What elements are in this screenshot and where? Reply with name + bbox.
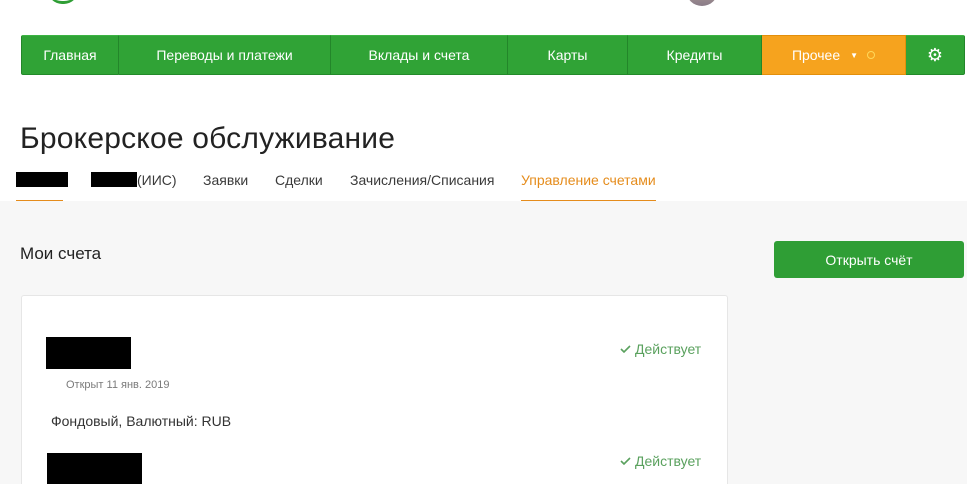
nav-item-label: Главная [43,47,97,63]
nav-item-deposits[interactable]: Вклады и счета [331,35,508,75]
check-icon [620,345,631,353]
tab-label: Сделки [275,172,323,188]
status-badge: Действует [620,453,701,469]
redacted-block [91,172,137,187]
open-account-button[interactable]: Открыть счёт [774,241,964,278]
status-text: Действует [635,453,702,469]
tab-label: Зачисления/Списания [350,172,495,188]
gear-icon: ⚙ [926,45,944,65]
nav-item-transfers[interactable]: Переводы и платежи [119,35,331,75]
logo[interactable] [48,0,78,4]
nav-item-home[interactable]: Главная [21,35,119,75]
tab-label: (ИИС) [137,172,177,188]
status-text: Действует [635,341,702,357]
nav-item-label: Переводы и платежи [156,47,293,63]
section-title: Мои счета [20,244,102,263]
avatar[interactable] [686,0,718,6]
status-badge: Действует [620,341,701,357]
account-type: Фондовый, Валютный: RUB [51,413,232,429]
caret-down-icon: ▼ [850,50,859,60]
main-navbar: Главная Переводы и платежи Вклады и счет… [21,35,965,75]
check-icon [620,457,631,465]
nav-item-label: Прочее [791,47,841,63]
tab-transfers[interactable]: Зачисления/Списания [350,172,494,202]
settings-button[interactable]: ⚙ [906,35,965,75]
tab-label: Управление счетами [521,172,656,188]
tab-orders[interactable]: Заявки [203,172,248,202]
tab-account-management[interactable]: Управление счетами [521,172,656,202]
notification-dot-icon [867,51,876,59]
nav-item-label: Кредиты [666,47,723,63]
tab-account-iis[interactable]: (ИИС) [91,172,177,202]
opened-date: Открыт 11 янв. 2019 [66,379,170,391]
accounts-card: Действует Открыт 11 янв. 2019 Фондовый, … [21,295,728,484]
account-name-redacted[interactable] [47,453,142,484]
tab-account-1[interactable] [16,172,68,202]
tab-deals[interactable]: Сделки [275,172,323,202]
account-name-redacted[interactable] [46,337,131,369]
nav-item-credits[interactable]: Кредиты [628,35,762,75]
top-strip [0,0,967,30]
nav-item-cards[interactable]: Карты [508,35,628,75]
page-title: Брокерское обслуживание [20,122,396,155]
redacted-block [16,172,68,187]
tab-label: Заявки [203,172,249,188]
nav-item-other[interactable]: Прочее ▼ [762,35,906,75]
nav-item-label: Карты [547,47,588,63]
nav-item-label: Вклады и счета [368,47,470,63]
tabs-bar: (ИИС) Заявки Сделки Зачисления/Списания … [0,172,967,202]
